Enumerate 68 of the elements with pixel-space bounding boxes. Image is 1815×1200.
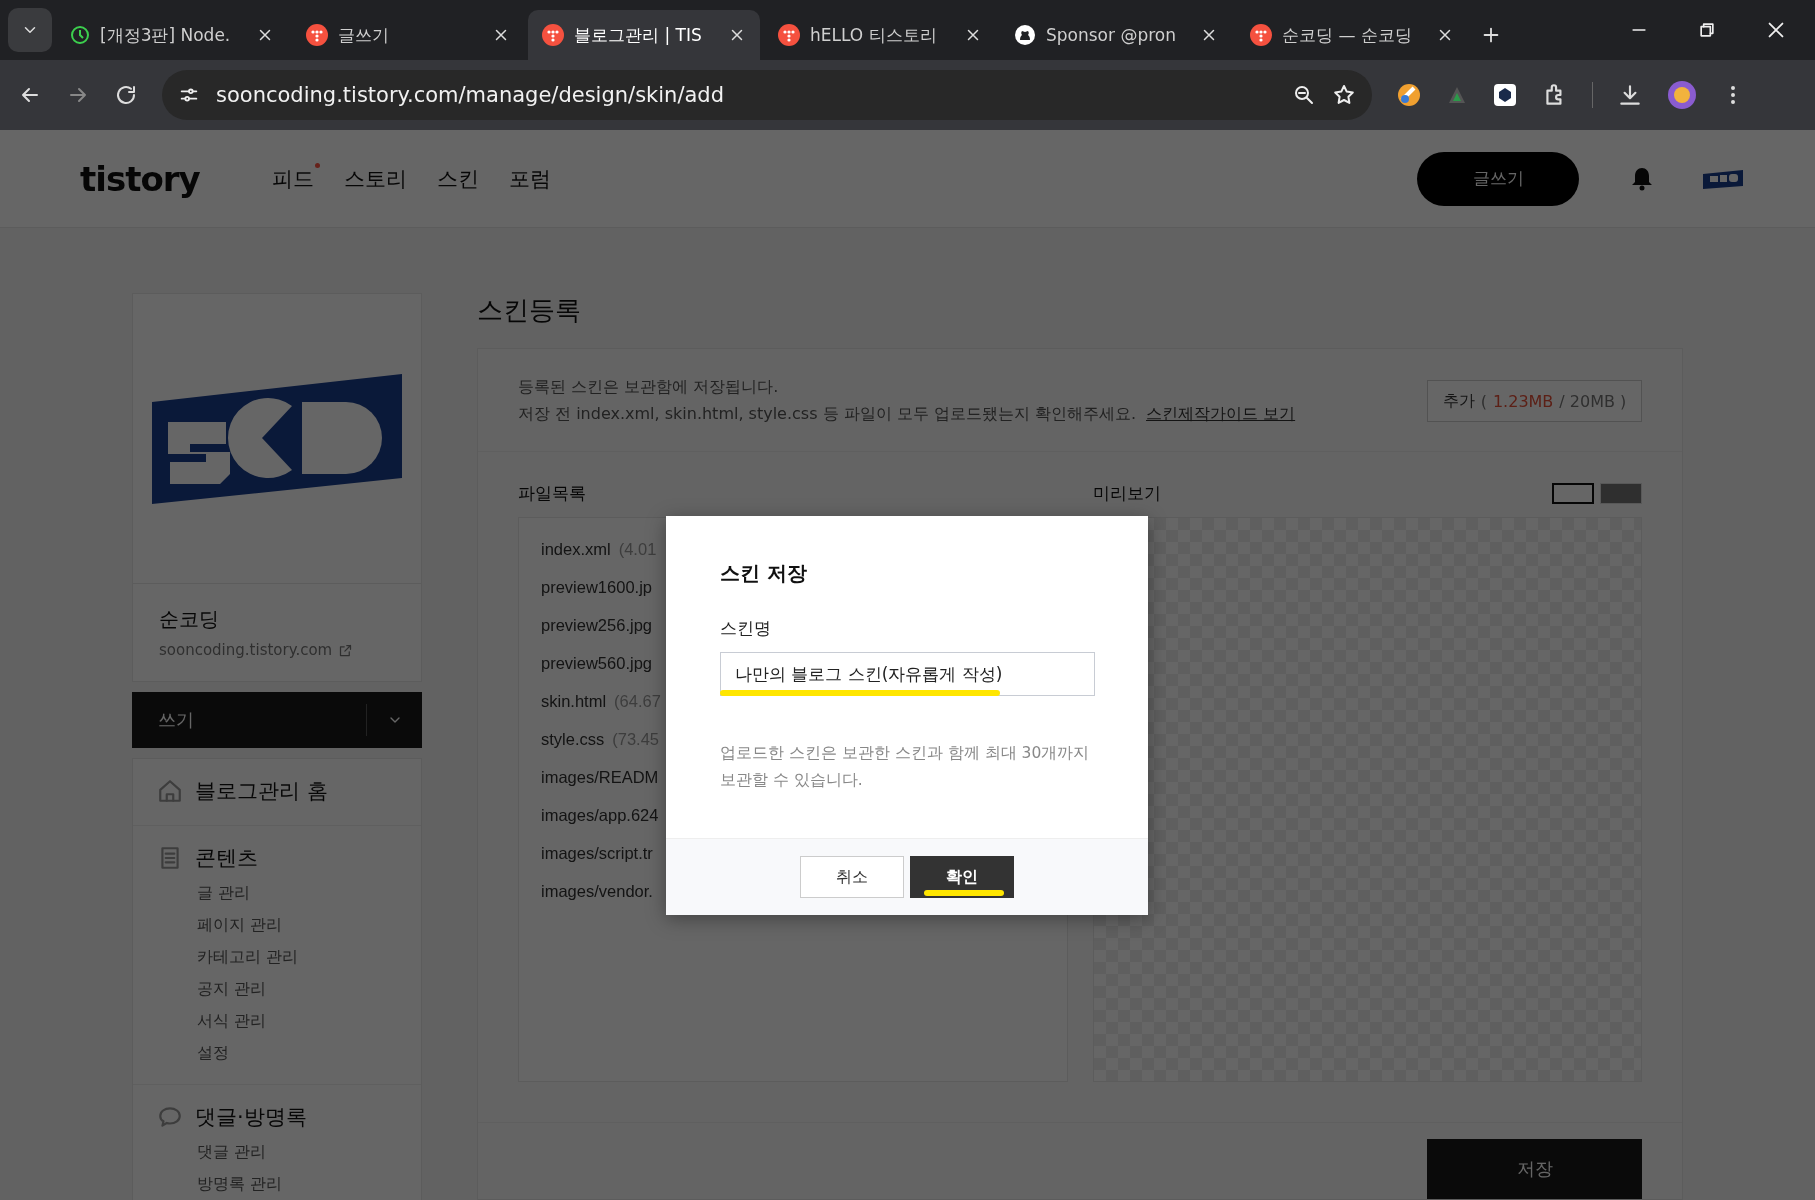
nav-link[interactable]: 스킨: [436, 164, 479, 193]
file-name: index.xml: [541, 539, 611, 560]
field-label: 스킨명: [720, 617, 772, 640]
sidebar-item[interactable]: 공지 관리: [157, 978, 397, 1000]
file-name: images/READM: [541, 767, 659, 788]
tistory-icon: [1250, 24, 1272, 46]
file-name: style.css: [541, 729, 605, 750]
confirm-button[interactable]: 확인: [910, 856, 1014, 898]
browser-tab[interactable]: 블로그관리 | TIS: [528, 10, 760, 60]
browser-tab[interactable]: Sponsor @pron: [1000, 10, 1232, 60]
file-name: skin.html: [541, 691, 607, 712]
preview-title: 미리보기: [1092, 482, 1161, 505]
restore-icon[interactable]: [1697, 20, 1717, 40]
reload-icon[interactable]: [114, 83, 138, 107]
external-link-icon: [338, 642, 354, 658]
skin-name-field[interactable]: 나만의 블로그 스킨(자유롭게 작성): [720, 652, 1095, 696]
sidebar-item[interactable]: 글 관리: [157, 882, 397, 904]
write-menu-button[interactable]: 쓰기: [132, 692, 422, 748]
bell-icon[interactable]: [1631, 166, 1653, 191]
sidebar-item[interactable]: 카테고리 관리: [157, 946, 397, 968]
clock-icon: [70, 25, 90, 45]
sidebar-item[interactable]: 댓글 관리: [157, 1141, 397, 1163]
nav-link[interactable]: 피드: [271, 164, 314, 193]
guide-link[interactable]: 스킨제작가이드 보기: [1146, 404, 1296, 425]
zoom-icon[interactable]: [1292, 83, 1316, 107]
sidebar-section-link[interactable]: 블로그관리 홈: [157, 777, 397, 805]
file-name: images/vendor.: [541, 881, 653, 902]
home-icon: [157, 778, 183, 804]
github-icon: [1014, 24, 1036, 46]
sidebar-item[interactable]: 설정: [157, 1042, 397, 1064]
browser-tab[interactable]: hELLO 티스토리: [764, 10, 996, 60]
sidebar-item[interactable]: 서식 관리: [157, 1010, 397, 1032]
download-icon[interactable]: [1617, 82, 1643, 108]
file-name: images/script.tr: [541, 843, 653, 864]
nav-link[interactable]: 스토리: [343, 164, 407, 193]
browser-tab[interactable]: [개정3판] Node.: [56, 10, 288, 60]
preview-background-toggle[interactable]: [1552, 483, 1594, 504]
file-list-title: 파일목록: [518, 482, 586, 505]
save-button[interactable]: 저장: [1427, 1139, 1642, 1199]
notice-text: 저장 전 index.xml, skin.html, style.css 등 파일이 모두 업로드됐는지 확인해주세요.: [518, 404, 1137, 425]
dialog-title: 스킨 저장: [720, 560, 808, 587]
cancel-button[interactable]: 취소: [800, 856, 904, 898]
sidebar-section-link[interactable]: 댓글·방명록: [157, 1103, 397, 1131]
profile-logo-icon[interactable]: [1701, 167, 1745, 190]
profile-avatar[interactable]: [1667, 80, 1697, 110]
sidebar-section-link[interactable]: 콘텐츠: [157, 844, 397, 872]
browser-tab[interactable]: 글쓰기: [292, 10, 524, 60]
site-logo[interactable]: tistory: [80, 158, 200, 199]
blog-name: 순코딩: [159, 606, 220, 633]
star-icon[interactable]: [1332, 83, 1356, 107]
sidebar-item[interactable]: 페이지 관리: [157, 914, 397, 936]
file-name: preview1600.jp: [541, 577, 652, 598]
browser-tab[interactable]: 순코딩 — 순코딩: [1236, 10, 1468, 60]
extension-icon[interactable]: [1396, 82, 1422, 108]
sidebar-item[interactable]: 방명록 관리: [157, 1173, 397, 1195]
extension-icon[interactable]: [1492, 82, 1518, 108]
chat-icon: [157, 1104, 183, 1130]
file-name: preview256.jpg: [541, 615, 652, 636]
page-title: 스킨등록: [477, 294, 582, 327]
file-name: preview560.jpg: [541, 653, 652, 674]
file-name: images/app.624: [541, 805, 659, 826]
tistory-icon: [306, 24, 328, 46]
dialog-note: 업로드한 스킨은 보관한 스킨과 함께 최대 30개까지 보관할 수 있습니다.: [720, 743, 1091, 791]
write-button[interactable]: 글쓰기: [1417, 151, 1579, 206]
tistory-icon: [542, 24, 564, 46]
nav-link[interactable]: 포럼: [508, 164, 551, 193]
notice-text: 등록된 스킨은 보관함에 저장됩니다.: [518, 377, 780, 398]
tistory-icon: [778, 24, 800, 46]
